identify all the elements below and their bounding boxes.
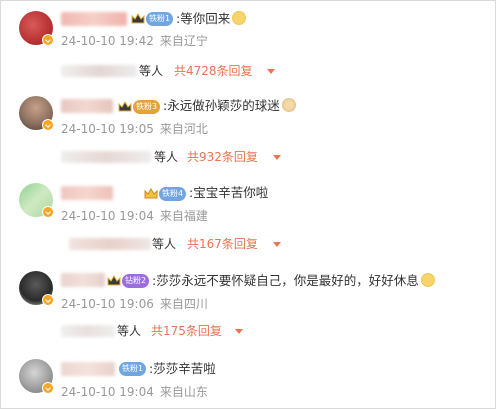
replies-count[interactable]: 共932条回复: [187, 149, 258, 165]
verified-icon: [42, 294, 54, 306]
username[interactable]: [61, 273, 105, 287]
comment-source: 来自四川: [159, 297, 208, 311]
username[interactable]: [61, 12, 127, 26]
username[interactable]: [61, 362, 115, 376]
comment-list: 铁粉1 :等你回来 24-10-10 19:42 来自辽宁 等人 共4728条回复…: [0, 0, 496, 409]
caret-down-icon: [273, 242, 281, 247]
comment-text: :等你回来: [176, 11, 247, 27]
replies-link[interactable]: 等人 共175条回复: [61, 323, 281, 339]
replies-link[interactable]: 等人 共167条回复: [61, 236, 301, 252]
replies-link[interactable]: 等人 共932条回复: [61, 149, 301, 165]
comment-date: 24-10-10 19:04: [61, 385, 154, 399]
comment-meta: 24-10-10 19:42 来自辽宁: [61, 34, 208, 48]
comment-meta: 24-10-10 19:06 来自四川: [61, 297, 208, 311]
replies-who: 等人: [117, 324, 142, 338]
comment-date: 24-10-10 19:05: [61, 122, 154, 136]
crown-icon: [118, 101, 132, 112]
emoji-icon: [420, 273, 435, 287]
caret-down-icon: [267, 69, 275, 74]
emoji-icon: [232, 11, 247, 25]
comment-source: 来自河北: [159, 122, 208, 136]
comment-text: :永远做孙颖莎的球迷: [163, 98, 296, 114]
replies-link[interactable]: 等人 共4728条回复: [61, 63, 301, 79]
replies-who: 等人: [152, 237, 177, 251]
comment-text: :莎莎辛苦啦: [149, 361, 216, 376]
comment-date: 24-10-10 19:04: [61, 209, 154, 223]
replies-count[interactable]: 共175条回复: [151, 323, 222, 339]
fan-badge: 铁粉4: [159, 187, 187, 201]
comment-date: 24-10-10 19:06: [61, 297, 154, 311]
verified-icon: [42, 119, 54, 131]
reply-avatars: [69, 238, 151, 250]
comment-meta: 24-10-10 19:04 来自山东: [61, 385, 208, 399]
fan-badge: 铁粉3: [133, 100, 161, 114]
comment-source: 来自福建: [159, 209, 208, 223]
comment-meta: 24-10-10 19:05 来自河北: [61, 122, 208, 136]
comment-text: :莎莎永远不要怀疑自己，你是最好的，好好休息: [152, 273, 435, 289]
comment-source: 来自山东: [159, 385, 208, 399]
reply-avatars: [61, 151, 151, 163]
username[interactable]: [61, 186, 113, 200]
caret-down-icon: [235, 329, 243, 334]
fan-badge: 钻粉2: [122, 274, 150, 288]
crown-icon: [107, 275, 121, 286]
crown-icon: [131, 13, 145, 24]
replies-count[interactable]: 共4728条回复: [174, 63, 253, 79]
comment-text: :宝宝辛苦你啦: [189, 185, 269, 200]
username[interactable]: [61, 99, 113, 113]
crown-icon: [144, 188, 158, 199]
comment-meta: 24-10-10 19:04 来自福建: [61, 209, 208, 223]
verified-icon: [42, 206, 54, 218]
replies-who: 等人: [154, 150, 179, 164]
emoji-icon: [281, 98, 296, 112]
replies-count[interactable]: 共167条回复: [187, 236, 258, 252]
comment-date: 24-10-10 19:42: [61, 34, 154, 48]
verified-icon: [42, 382, 54, 394]
replies-who: 等人: [139, 64, 164, 78]
verified-icon: [42, 34, 54, 46]
fan-badge: 铁粉1: [146, 12, 174, 26]
caret-down-icon: [273, 155, 281, 160]
reply-avatars: [61, 65, 137, 77]
fan-badge: 铁粉1: [119, 362, 147, 376]
reply-avatars: [61, 325, 115, 337]
comment-source: 来自辽宁: [159, 34, 208, 48]
